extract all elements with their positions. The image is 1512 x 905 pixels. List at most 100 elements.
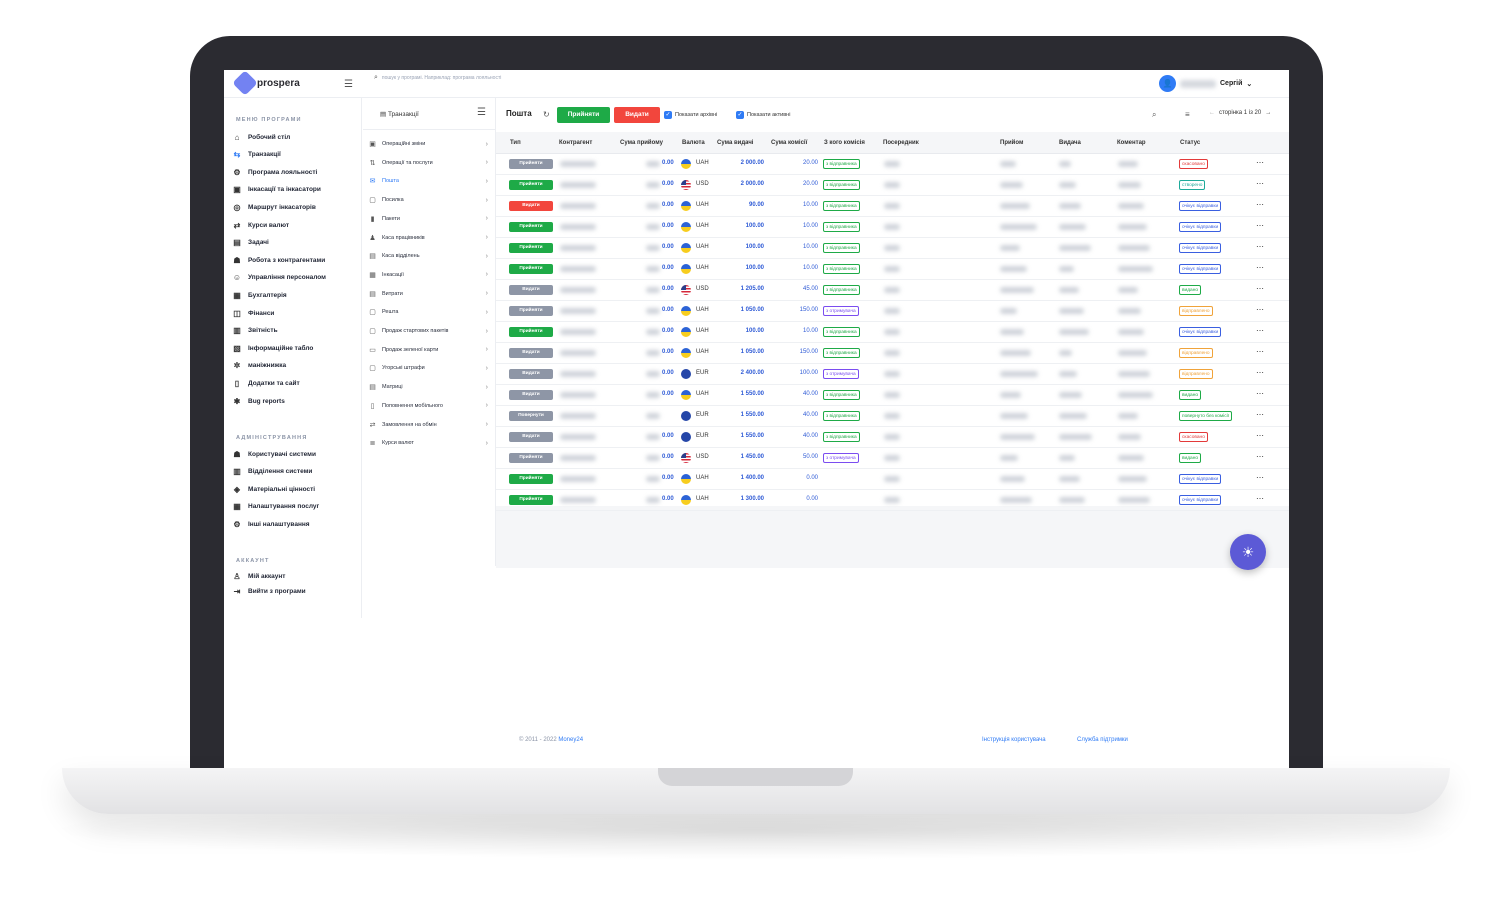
footer-brand-link[interactable]: Money24 (558, 737, 583, 743)
row-type-badge[interactable]: Прийняти (509, 453, 553, 463)
more-actions-icon[interactable]: ⋯ (1256, 368, 1264, 377)
sidebar-item[interactable]: ▧ Інформаційне табло (232, 342, 313, 354)
more-actions-icon[interactable]: ⋯ (1256, 347, 1264, 356)
more-actions-icon[interactable]: ⋯ (1256, 158, 1264, 167)
more-actions-icon[interactable]: ⋯ (1256, 242, 1264, 251)
issue-button[interactable]: Видати (614, 107, 660, 123)
sidebar-item[interactable]: ▥ Відділення системи (232, 466, 312, 478)
more-actions-icon[interactable]: ⋯ (1256, 263, 1264, 272)
subnav-item[interactable]: ⇅ Операції та послуги › (368, 157, 488, 169)
more-actions-icon[interactable]: ⋯ (1256, 452, 1264, 461)
more-actions-icon[interactable]: ⋯ (1256, 494, 1264, 503)
sidebar-item[interactable]: ◈ Матеріальні цінності (232, 483, 315, 495)
sidebar-item[interactable]: ⌂ Робочий стіл (232, 131, 291, 143)
row-type-badge[interactable]: Прийняти (509, 159, 553, 169)
row-type-badge[interactable]: Видати (509, 390, 553, 400)
subnav-item[interactable]: ▦ Інкасації › (368, 269, 488, 281)
subnav-item[interactable]: ✉ Пошта › (368, 175, 488, 187)
sidebar-item[interactable]: ▦ Налаштування послуг (232, 501, 319, 513)
more-actions-icon[interactable]: ⋯ (1256, 410, 1264, 419)
bug-report-fab[interactable]: ☀ (1230, 534, 1266, 570)
subnav-toggle-icon[interactable]: ☰ (477, 107, 486, 118)
table-row[interactable]: Прийняти 0.00 UAH 2 000.00 20.00 з відправник… (496, 154, 1289, 175)
sidebar-item[interactable]: ⇄ Курси валют (232, 219, 289, 231)
row-type-badge[interactable]: Прийняти (509, 243, 553, 253)
subnav-item[interactable]: ▤ Матриці › (368, 381, 488, 393)
more-actions-icon[interactable]: ⋯ (1256, 305, 1264, 314)
support-link[interactable]: Служба підтримки (1077, 737, 1128, 743)
row-type-badge[interactable]: Прийняти (509, 222, 553, 232)
sidebar-item[interactable]: ▤ Задачі (232, 237, 269, 249)
subnav-item[interactable]: ≣ Курси валют › (368, 437, 488, 449)
sidebar-item[interactable]: ☗ Робота з контрагентами (232, 254, 325, 266)
row-type-badge[interactable]: Видати (509, 432, 553, 442)
table-row[interactable]: Видати 0.00 EUR 2 400.00 100.00 з отримувача в… (496, 364, 1289, 385)
sidebar-item[interactable]: ◫ Фінанси (232, 307, 274, 319)
subnav-item[interactable]: ⇄ Замовлення на обмін › (368, 419, 488, 431)
sidebar-item[interactable]: ⇥ Вийти з програми (232, 585, 306, 597)
subnav-item[interactable]: ♟ Каса працівників › (368, 232, 488, 244)
row-type-badge[interactable]: Видати (509, 201, 553, 211)
next-page-icon[interactable]: → (1265, 110, 1271, 116)
column-header[interactable]: Контрагент (559, 140, 592, 146)
show-archived-checkbox[interactable]: ✓ Показати архівні (664, 111, 717, 119)
column-header[interactable]: Коментар (1117, 140, 1146, 146)
row-type-badge[interactable]: Видати (509, 285, 553, 295)
more-actions-icon[interactable]: ⋯ (1256, 221, 1264, 230)
more-actions-icon[interactable]: ⋯ (1256, 389, 1264, 398)
global-search[interactable]: ⌕ пошук у програмі. Наприклад: програма … (374, 74, 501, 82)
sidebar-item[interactable]: ⚙ Інші налаштування (232, 518, 309, 530)
more-actions-icon[interactable]: ⋯ (1256, 473, 1264, 482)
table-row[interactable]: Видати 0.00 EUR 1 550.00 40.00 з відправника с… (496, 427, 1289, 448)
subnav-item[interactable]: ▤ Каса відділень › (368, 250, 488, 262)
table-row[interactable]: Видати 0.00 UAH 1 550.00 40.00 з відправника в… (496, 385, 1289, 406)
more-actions-icon[interactable]: ⋯ (1256, 284, 1264, 293)
table-row[interactable]: Прийняти 0.00 USD 2 000.00 20.00 з відправник… (496, 175, 1289, 196)
row-type-badge[interactable]: Прийняти (509, 180, 553, 190)
more-actions-icon[interactable]: ⋯ (1256, 326, 1264, 335)
app-logo[interactable]: prospera (232, 70, 300, 96)
sidebar-item[interactable]: ▣ Інкасації та інкасатори (232, 184, 321, 196)
table-row[interactable]: Видати 0.00 UAH 90.00 10.00 з відправника очік… (496, 196, 1289, 217)
row-type-badge[interactable]: Видати (509, 369, 553, 379)
row-type-badge[interactable]: Прийняти (509, 306, 553, 316)
sidebar-item[interactable]: ⚙ Програма лояльності (232, 166, 317, 178)
column-header[interactable]: Посередник (883, 140, 919, 146)
sidebar-item[interactable]: ⇆ Транзакції (232, 149, 281, 161)
table-row[interactable]: Прийняти 0.00 UAH 1 050.00 150.00 з отримувач… (496, 301, 1289, 322)
sidebar-item[interactable]: ▥ Звітність (232, 325, 277, 337)
subnav-item[interactable]: ▣ Операційні зміни › (368, 138, 488, 150)
accept-button[interactable]: Прийняти (557, 107, 610, 123)
column-header[interactable]: З кого комісія (824, 140, 865, 146)
table-row[interactable]: Прийняти 0.00 UAH 100.00 10.00 з відправника о… (496, 322, 1289, 343)
column-header[interactable]: Сума комісії (771, 140, 807, 146)
table-row[interactable]: Прийняти 0.00 UAH 1 400.00 0.00 очікує відпра… (496, 469, 1289, 490)
sidebar-item[interactable]: ✱ Bug reports (232, 395, 285, 407)
row-type-badge[interactable]: Прийняти (509, 264, 553, 274)
row-type-badge[interactable]: Прийняти (509, 474, 553, 484)
table-row[interactable]: Прийняти 0.00 USD 1 450.00 50.00 з отримувача… (496, 448, 1289, 469)
more-actions-icon[interactable]: ⋯ (1256, 200, 1264, 209)
sidebar-item[interactable]: ♙ Мій аккаунт (232, 570, 285, 582)
subnav-item[interactable]: ▢ Продаж стартових пакетів › (368, 325, 488, 337)
table-row[interactable]: Повернути EUR 1 550.00 40.00 з відправника по… (496, 406, 1289, 427)
column-header[interactable]: Тип (510, 140, 521, 146)
column-header[interactable]: Прийом (1000, 140, 1023, 146)
user-manual-link[interactable]: Інструкція користувача (982, 737, 1046, 743)
column-header[interactable]: Сума видачі (717, 140, 753, 146)
filter-icon[interactable]: ≡ (1185, 110, 1190, 119)
refresh-icon[interactable]: ↻ (543, 110, 550, 119)
table-row[interactable]: Видати 0.00 USD 1 205.00 45.00 з відправника в… (496, 280, 1289, 301)
subnav-item[interactable]: ▤ Витрати › (368, 288, 488, 300)
column-header[interactable]: Сума прийому (620, 140, 663, 146)
subnav-item[interactable]: ▢ Решта › (368, 306, 488, 318)
table-row[interactable]: Видати 0.00 UAH 1 050.00 150.00 з відправника… (496, 343, 1289, 364)
subnav-item[interactable]: ▮ Пакети › (368, 213, 488, 225)
table-row[interactable]: Прийняти 0.00 UAH 1 300.00 0.00 очікує відпра… (496, 490, 1289, 511)
search-input[interactable]: пошук у програмі. Наприклад: програма ло… (382, 75, 501, 81)
subnav-item[interactable]: ▢ Угорські штрафи › (368, 362, 488, 374)
sidebar-item[interactable]: ☺ Управління персоналом (232, 272, 326, 284)
table-row[interactable]: Прийняти 0.00 UAH 100.00 10.00 з відправника о… (496, 217, 1289, 238)
column-header[interactable]: Валюта (682, 140, 705, 146)
user-menu[interactable]: 👤 Сергій ⌄ (1159, 75, 1252, 92)
